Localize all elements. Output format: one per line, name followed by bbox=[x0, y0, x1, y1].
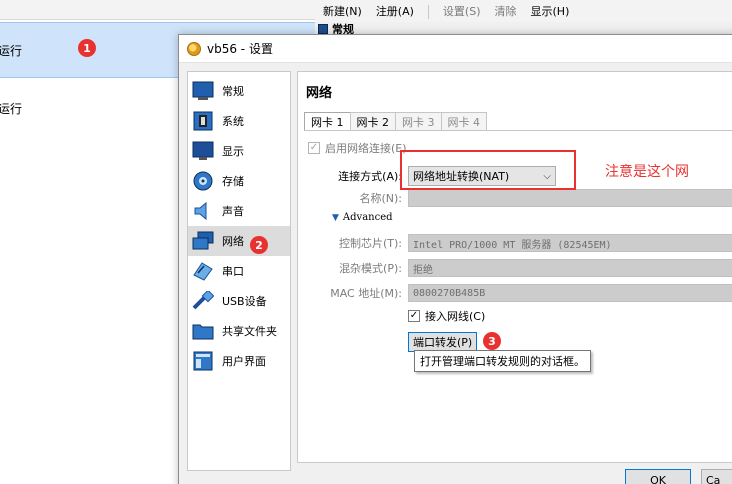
toolbar-separator bbox=[427, 5, 429, 19]
adapter-type-row: 控制芯片(T): Intel PRO/1000 MT 服务器 (82545EM) bbox=[322, 234, 732, 252]
sidebar-item-label: 用户界面 bbox=[222, 355, 266, 368]
general-icon bbox=[192, 80, 214, 102]
cable-connected-row: ✓ 接入网线(C) bbox=[408, 308, 485, 324]
tab-adapter-1[interactable]: 网卡 1 bbox=[304, 112, 351, 130]
sidebar-item-network[interactable]: 网络 bbox=[188, 226, 290, 256]
enable-adapter-checkbox[interactable]: ✓ bbox=[308, 142, 320, 154]
sidebar-item-label: 共享文件夹 bbox=[222, 325, 277, 338]
annotation-highlight-box bbox=[400, 150, 576, 190]
tab-adapter-3[interactable]: 网卡 3 bbox=[395, 112, 442, 130]
advanced-toggle[interactable]: ▼ Advanced bbox=[332, 212, 393, 223]
sidebar-item-general[interactable]: 常规 bbox=[188, 76, 290, 106]
sidebar-item-label: 常规 bbox=[222, 85, 244, 98]
sidebar-item-label: USB设备 bbox=[222, 295, 267, 308]
dialog-title: vb56 - 设置 bbox=[207, 42, 273, 56]
serial-port-icon bbox=[192, 260, 214, 282]
mac-field[interactable]: 0800270B485B bbox=[408, 284, 732, 302]
network-icon bbox=[192, 230, 214, 252]
adapter-type-select[interactable]: Intel PRO/1000 MT 服务器 (82545EM) bbox=[408, 234, 732, 252]
sidebar-item-label: 声音 bbox=[222, 205, 244, 218]
sidebar-item-usb[interactable]: USB设备 bbox=[188, 286, 290, 316]
sidebar-item-label: 系统 bbox=[222, 115, 244, 128]
storage-icon bbox=[192, 170, 214, 192]
tab-adapter-4[interactable]: 网卡 4 bbox=[440, 112, 487, 130]
clear-button[interactable]: 清除 bbox=[495, 3, 517, 22]
promiscuous-value: 拒绝 bbox=[413, 264, 433, 276]
new-button[interactable]: 新建(N) bbox=[323, 3, 362, 22]
advanced-label: Advanced bbox=[342, 212, 393, 223]
port-forwarding-tooltip: 打开管理端口转发规则的对话框。 bbox=[414, 350, 591, 372]
settings-dialog: vb56 - 设置 常规 系统 显示 存储 声音 网络 串口 USB设备 共享文… bbox=[178, 34, 732, 484]
mac-row: MAC 地址(M): 0800270B485B bbox=[322, 284, 732, 302]
name-label: 名称(N): bbox=[359, 192, 402, 205]
sidebar-item-display[interactable]: 显示 bbox=[188, 136, 290, 166]
ok-button[interactable]: OK bbox=[625, 469, 691, 484]
attached-to-label: 连接方式(A): bbox=[338, 170, 402, 183]
show-button[interactable]: 显示(H) bbox=[531, 3, 570, 22]
shared-folder-icon bbox=[192, 320, 214, 342]
sidebar-item-serial-port[interactable]: 串口 bbox=[188, 256, 290, 286]
sidebar-item-user-interface[interactable]: 用户界面 bbox=[188, 346, 290, 376]
sidebar-item-shared-folders[interactable]: 共享文件夹 bbox=[188, 316, 290, 346]
dialog-titlebar[interactable]: vb56 - 设置 bbox=[179, 35, 732, 63]
mac-value: 0800270B485B bbox=[413, 287, 486, 299]
sidebar-item-label: 存储 bbox=[222, 175, 244, 188]
annotation-badge-3: 3 bbox=[483, 332, 501, 350]
usb-icon bbox=[192, 290, 214, 312]
page-title: 网络 bbox=[306, 86, 333, 101]
sidebar-item-audio[interactable]: 声音 bbox=[188, 196, 290, 226]
promiscuous-row: 混杂模式(P): 拒绝 bbox=[322, 259, 732, 277]
display-icon bbox=[192, 140, 214, 162]
promiscuous-select[interactable]: 拒绝 bbox=[408, 259, 732, 277]
vm-state-label: 运行 bbox=[0, 101, 23, 116]
adapter-tabs: 网卡 1 网卡 2 网卡 3 网卡 4 bbox=[304, 112, 487, 130]
user-interface-icon bbox=[192, 350, 214, 372]
sidebar-item-label: 显示 bbox=[222, 145, 244, 158]
vm-state-label: 运行 bbox=[0, 43, 23, 58]
general-icon bbox=[318, 24, 328, 34]
network-settings-panel: 网络 网卡 1 网卡 2 网卡 3 网卡 4 ✓ 启用网络连接(E) 连接方式(… bbox=[297, 71, 732, 463]
name-row: 名称(N): bbox=[322, 189, 732, 207]
cancel-button[interactable]: Ca bbox=[701, 469, 732, 484]
sidebar-item-system[interactable]: 系统 bbox=[188, 106, 290, 136]
enable-adapter-label: 启用网络连接(E) bbox=[325, 142, 407, 155]
sidebar-item-label: 串口 bbox=[222, 265, 244, 278]
settings-button[interactable]: 设置(S) bbox=[443, 3, 481, 22]
promiscuous-label: 混杂模式(P): bbox=[339, 262, 402, 275]
system-icon bbox=[192, 110, 214, 132]
adapter-type-value: Intel PRO/1000 MT 服务器 (82545EM) bbox=[413, 239, 612, 251]
sidebar-item-storage[interactable]: 存储 bbox=[188, 166, 290, 196]
triangle-down-icon: ▼ bbox=[332, 212, 339, 223]
name-select[interactable] bbox=[408, 189, 732, 207]
enable-adapter-row: ✓ 启用网络连接(E) bbox=[308, 140, 407, 156]
adapter-type-label: 控制芯片(T): bbox=[338, 237, 402, 250]
mac-label: MAC 地址(M): bbox=[330, 287, 402, 300]
cable-connected-label: 接入网线(C) bbox=[425, 310, 486, 323]
virtualbox-icon bbox=[187, 41, 201, 56]
port-forwarding-button[interactable]: 端口转发(P) bbox=[408, 332, 478, 352]
audio-icon bbox=[192, 200, 214, 222]
settings-sidebar: 常规 系统 显示 存储 声音 网络 串口 USB设备 共享文件夹 用户界面 bbox=[187, 71, 291, 471]
annotation-note: 注意是这个网 bbox=[605, 164, 689, 180]
annotation-badge-2: 2 bbox=[250, 236, 268, 254]
annotation-badge-1: 1 bbox=[78, 39, 96, 57]
cable-connected-checkbox[interactable]: ✓ bbox=[408, 310, 420, 322]
tab-adapter-2[interactable]: 网卡 2 bbox=[349, 112, 396, 130]
vm-list-header bbox=[0, 0, 315, 20]
sidebar-item-label: 网络 bbox=[222, 235, 244, 248]
manager-toolbar: 新建(N) 注册(A) 设置(S) 清除 显示(H) bbox=[315, 0, 732, 22]
register-button[interactable]: 注册(A) bbox=[376, 3, 414, 22]
